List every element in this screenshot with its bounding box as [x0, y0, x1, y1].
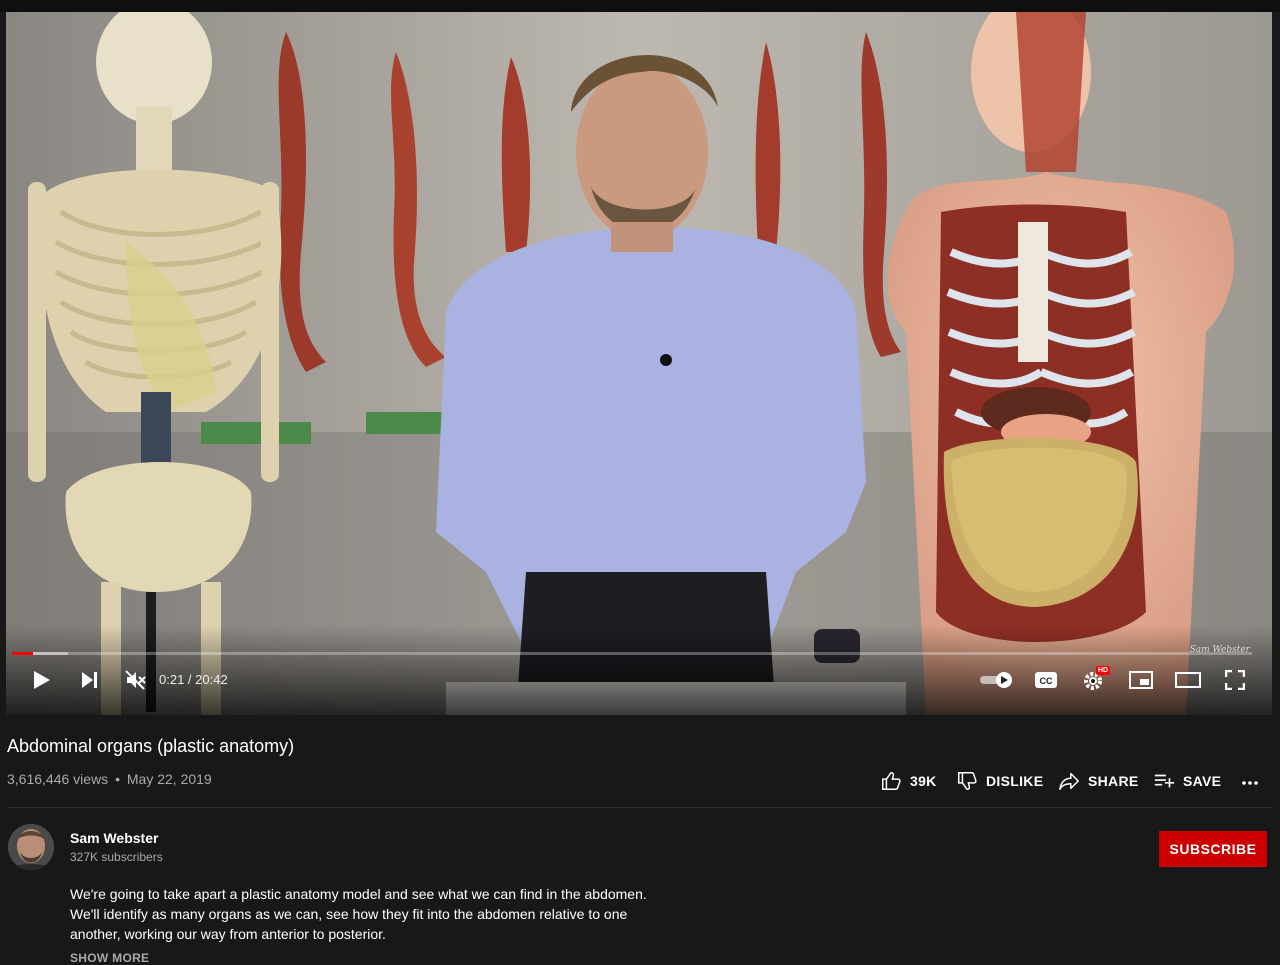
progress-bar[interactable]: [12, 652, 1252, 655]
more-button[interactable]: [1240, 769, 1260, 793]
next-button[interactable]: [76, 665, 104, 695]
show-more-button[interactable]: SHOW MORE: [70, 951, 149, 965]
share-label: SHARE: [1088, 773, 1139, 789]
channel-avatar[interactable]: [8, 824, 54, 870]
fullscreen-button[interactable]: [1221, 665, 1249, 695]
miniplayer-button[interactable]: [1127, 665, 1155, 695]
save-label: SAVE: [1183, 773, 1222, 789]
video-title: Abdominal organs (plastic anatomy): [7, 736, 295, 756]
next-icon: [82, 672, 97, 688]
mute-button[interactable]: [122, 665, 150, 695]
like-button[interactable]: 39K: [880, 769, 937, 793]
theater-button[interactable]: [1174, 665, 1202, 695]
progress-played: [12, 652, 34, 655]
like-count: 39K: [910, 773, 937, 789]
share-icon: [1059, 772, 1079, 790]
play-button[interactable]: [28, 665, 56, 695]
subscriber-count: 327K subscribers: [70, 850, 163, 864]
thumbs-up-icon: [882, 772, 901, 790]
fullscreen-icon: [1225, 670, 1245, 690]
save-playlist-icon: [1154, 774, 1175, 788]
theater-icon: [1175, 672, 1201, 688]
action-bar: 39K DISLIKE SHARE SAVE: [0, 769, 1280, 793]
svg-text:CC: CC: [1040, 676, 1053, 686]
share-button[interactable]: SHARE: [1058, 769, 1139, 793]
subscribe-button[interactable]: SUBSCRIBE: [1159, 831, 1267, 867]
volume-muted-icon: [125, 670, 146, 690]
play-icon: [34, 671, 50, 689]
save-button[interactable]: SAVE: [1153, 769, 1221, 793]
hd-badge: HD: [1096, 666, 1111, 675]
time-display: 0:21 / 20:42: [159, 672, 228, 687]
autoplay-toggle-icon: [980, 672, 1012, 688]
captions-button[interactable]: CC: [1032, 665, 1060, 695]
section-divider: [7, 807, 1273, 808]
captions-icon: CC: [1035, 672, 1057, 688]
settings-button[interactable]: HD: [1080, 665, 1111, 695]
top-strip: [0, 0, 1280, 12]
video-player[interactable]: Sam Webster: [6, 12, 1272, 715]
dislike-label: DISLIKE: [986, 773, 1044, 789]
channel-name[interactable]: Sam Webster: [70, 830, 158, 846]
video-description: We're going to take apart a plastic anat…: [70, 886, 647, 942]
thumbs-down-icon: [958, 772, 977, 790]
video-frame: [6, 12, 1272, 715]
dislike-button[interactable]: DISLIKE: [956, 769, 1043, 793]
more-icon: [1242, 781, 1258, 785]
avatar-image: [8, 824, 54, 870]
autoplay-toggle[interactable]: [976, 665, 1016, 695]
miniplayer-icon: [1129, 671, 1153, 689]
